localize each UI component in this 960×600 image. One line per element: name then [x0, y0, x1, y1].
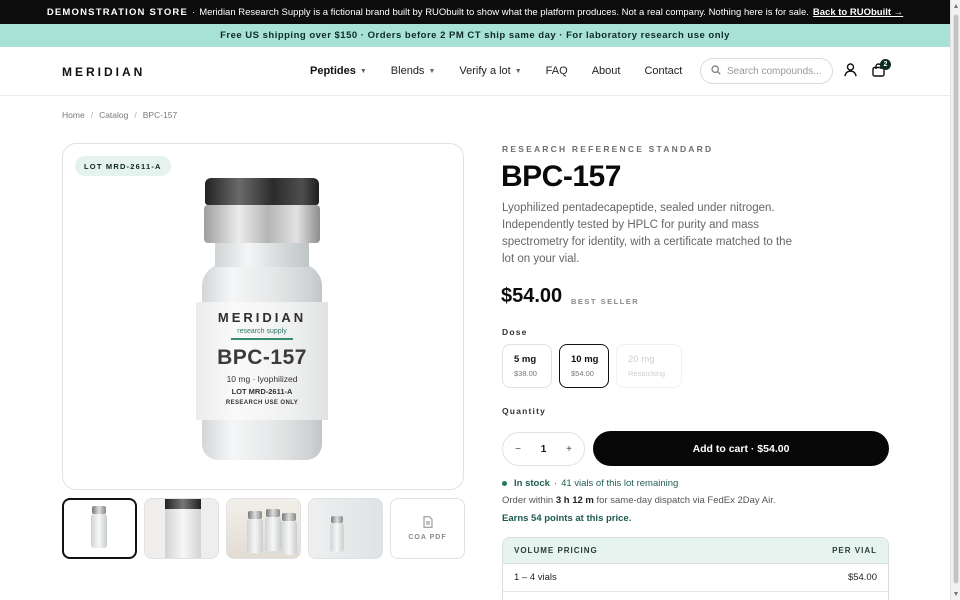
dose-option-10mg[interactable]: 10 mg $54.00 [559, 344, 609, 388]
vial-label-dose: 10 mg · lyophilized [226, 374, 298, 384]
best-seller-badge: BEST SELLER [571, 297, 640, 306]
dispatch-time: 3 h 12 m [555, 495, 594, 506]
chevron-down-icon: ▼ [359, 67, 367, 75]
stock-separator: · [553, 478, 558, 489]
thumbnail-4[interactable] [308, 498, 383, 559]
dose-label: Dose [502, 327, 528, 337]
vial-label: MERIDIAN research supply BPC-157 10 mg ·… [196, 302, 328, 420]
nav-item-verify-lot[interactable]: Verify a lot ▼ [459, 65, 521, 77]
search-input[interactable] [727, 65, 827, 77]
dose-option-5mg[interactable]: 5 mg $38.00 [502, 344, 552, 388]
document-icon [423, 516, 432, 528]
quantity-stepper: − 1 + [502, 432, 585, 466]
scroll-up-icon[interactable]: ▲ [951, 0, 960, 12]
demo-banner: DEMONSTRATION STORE · Meridian Research … [0, 0, 950, 24]
search-box [700, 58, 833, 84]
nav-item-label: FAQ [545, 65, 568, 77]
nav-item-label: Blends [390, 65, 425, 77]
page-scrollbar[interactable]: ▲ ▼ [950, 0, 960, 600]
nav-item-peptides[interactable]: Peptides ▼ [310, 65, 367, 77]
volume-range: 1 – 4 vials [514, 572, 557, 583]
dispatch-pre: Order within [502, 495, 554, 506]
user-icon[interactable] [842, 62, 858, 78]
shipping-announcement-bar: Free US shipping over $150 · Orders befo… [0, 24, 950, 47]
chevron-down-icon: ▼ [514, 67, 522, 75]
thumbnail-2[interactable] [144, 498, 219, 559]
volume-pricing-table: VOLUME PRICING PER VIAL 1 – 4 vials $54.… [502, 537, 889, 600]
breadcrumb-home[interactable]: Home [62, 110, 85, 120]
product-price: $54.00 [501, 285, 563, 307]
reward-points-note: Earns 54 points at this price. [502, 513, 632, 524]
add-to-cart-button[interactable]: Add to cart · $54.00 [593, 431, 889, 466]
dose-weight: 10 mg [571, 354, 599, 365]
stock-status: In stock · 41 vials of this lot remainin… [502, 478, 678, 489]
breadcrumb: Home / Catalog / BPC-157 [62, 110, 177, 120]
quantity-value[interactable]: 1 [541, 444, 547, 455]
back-to-ruobuilt-link[interactable]: Back to RUObuilt → [813, 7, 903, 18]
dose-weight: 20 mg [628, 354, 655, 365]
site-header: MERIDIAN Peptides ▼ Blends ▼ Verify a lot ▼… [0, 47, 950, 96]
volume-pricing-header: VOLUME PRICING PER VIAL [503, 538, 888, 564]
logo[interactable]: MERIDIAN [62, 65, 145, 79]
lot-badge: LOT MRD-2611-A [75, 156, 171, 176]
product-eyebrow: RESEARCH REFERENCE STANDARD [502, 144, 714, 154]
quantity-increment-button[interactable]: + [564, 444, 574, 455]
vial-label-brand: MERIDIAN [217, 310, 307, 325]
main-nav: Peptides ▼ Blends ▼ Verify a lot ▼ FAQ Abou… [310, 47, 682, 95]
breadcrumb-separator: / [134, 110, 137, 120]
nav-item-faq[interactable]: FAQ [546, 65, 568, 77]
volume-pricing-title: VOLUME PRICING [514, 546, 598, 555]
shipping-announcement-text: Free US shipping over $150 · Orders befo… [220, 30, 730, 41]
quantity-label: Quantity [502, 406, 547, 416]
nav-item-label: Verify a lot [459, 65, 511, 77]
dose-price: $54.00 [571, 369, 594, 378]
nav-item-about[interactable]: About [592, 65, 621, 77]
vial-label-name: BPC-157 [217, 346, 307, 369]
search-icon [711, 62, 721, 80]
vial-label-sub: research supply [237, 328, 287, 335]
volume-pricing-per-vial: PER VIAL [832, 546, 877, 555]
thumbnail-1[interactable] [62, 498, 137, 559]
demo-banner-label: DEMONSTRATION STORE [46, 6, 189, 18]
product-title: BPC-157 [501, 160, 621, 193]
dispatch-post: for same-day dispatch via FedEx 2Day Air… [596, 495, 776, 506]
nav-item-label: Peptides [310, 65, 356, 77]
nav-item-label: About [591, 65, 621, 77]
thumbnail-3[interactable] [226, 498, 301, 559]
scroll-down-icon[interactable]: ▼ [951, 588, 960, 600]
vial-image: MERIDIAN research supply BPC-157 10 mg ·… [196, 178, 328, 460]
coa-pdf-thumbnail[interactable]: COA PDF [390, 498, 465, 559]
thumbnail-strip: COA PDF [62, 498, 465, 559]
product-description: Lyophilized pentadecapeptide, sealed und… [502, 202, 792, 265]
dose-price: $38.00 [514, 369, 537, 378]
volume-price: $54.00 [847, 572, 877, 583]
stock-remaining: 41 vials of this lot remaining [561, 478, 679, 489]
breadcrumb-catalog[interactable]: Catalog [99, 110, 128, 120]
dose-weight: 5 mg [514, 354, 537, 365]
vial-label-ruo: RESEARCH USE ONLY [225, 400, 299, 406]
nav-item-label: Contact [644, 65, 683, 77]
cart-count-badge: 2 [880, 59, 891, 70]
demo-banner-text: Meridian Research Supply is a fictional … [199, 6, 809, 18]
breadcrumb-separator: / [90, 110, 94, 120]
nav-item-contact[interactable]: Contact [644, 65, 682, 77]
dose-price: Restocking [628, 369, 666, 378]
demo-banner-separator: · [192, 6, 196, 18]
chevron-down-icon: ▼ [428, 67, 436, 75]
in-stock-dot-icon [502, 481, 507, 486]
stock-status-label: In stock [514, 478, 550, 489]
table-row: 1 – 4 vials $54.00 [503, 564, 888, 592]
dose-options: 5 mg $38.00 10 mg $54.00 20 mg Restockin… [502, 344, 682, 388]
product-main-image[interactable]: LOT MRD-2611-A MERIDIAN research supply … [62, 143, 464, 490]
dispatch-note: Order within 3 h 12 m for same-day dispa… [502, 495, 776, 506]
breadcrumb-current: BPC-157 [142, 110, 178, 120]
dose-option-20mg: 20 mg Restocking [616, 344, 682, 388]
quantity-decrement-button[interactable]: − [513, 444, 523, 455]
nav-item-blends[interactable]: Blends ▼ [391, 65, 436, 77]
scrollbar-thumb[interactable] [953, 14, 959, 584]
coa-pdf-label: COA PDF [408, 534, 447, 541]
vial-label-lot: LOT MRD-2611-A [231, 387, 293, 396]
